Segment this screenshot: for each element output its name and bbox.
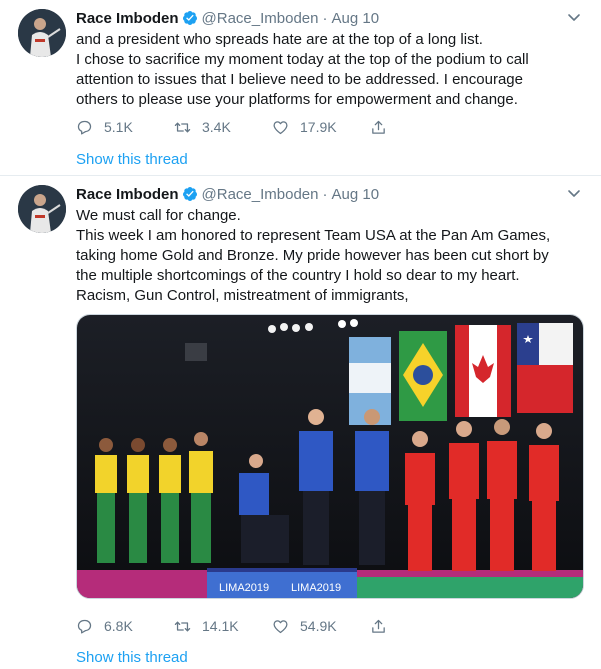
tweet-text-line: attention to issues that I believe need … — [76, 71, 523, 88]
tweet[interactable]: Race Imboden @Race_Imboden · Aug 10 We m… — [0, 176, 601, 669]
speech-bubble-icon — [77, 619, 92, 634]
retweet-icon — [174, 122, 191, 132]
tweet-text-line: and a president who spreads hate are at … — [76, 31, 483, 48]
show-thread-link[interactable]: Show this thread — [76, 649, 188, 666]
like-button[interactable]: 54.9K — [272, 618, 370, 635]
display-name[interactable]: Race Imboden — [76, 186, 179, 203]
tweet-header: Race Imboden @Race_Imboden · Aug 10 — [76, 184, 379, 204]
chevron-down-icon[interactable] — [567, 186, 581, 200]
separator: · — [322, 9, 328, 27]
reply-count: 6.8K — [104, 618, 133, 634]
reply-button[interactable]: 5.1K — [76, 119, 174, 136]
like-count: 54.9K — [300, 618, 337, 634]
avatar[interactable] — [18, 9, 66, 57]
share-button[interactable] — [370, 119, 398, 136]
speech-bubble-icon — [77, 120, 92, 135]
avatar-photo — [18, 9, 66, 57]
tweet-text-line: We must call for change. — [76, 207, 241, 224]
reply-count: 5.1K — [104, 119, 133, 135]
share-icon — [372, 120, 385, 134]
display-name[interactable]: Race Imboden — [76, 10, 179, 27]
handle[interactable]: @Race_Imboden — [202, 10, 319, 27]
retweet-icon — [174, 621, 191, 631]
verified-badge-icon — [182, 187, 197, 201]
handle[interactable]: @Race_Imboden — [202, 186, 319, 203]
heart-icon — [273, 619, 288, 633]
retweet-count: 3.4K — [202, 119, 231, 135]
verified-badge-icon — [182, 11, 197, 25]
tweet-text: and a president who spreads hate are at … — [76, 30, 576, 110]
tweet-text-line: the multiple shortcomings of the country… — [76, 267, 520, 284]
retweet-button[interactable]: 3.4K — [174, 119, 272, 136]
tweet-text-line: taking home Gold and Bronze. My pride ho… — [76, 247, 549, 264]
tweet-text: We must call for change. This week I am … — [76, 206, 576, 306]
like-button[interactable]: 17.9K — [272, 119, 370, 136]
avatar[interactable] — [18, 185, 66, 233]
tweet-text-line: I chose to sacrifice my moment today at … — [76, 51, 529, 68]
timestamp[interactable]: Aug 10 — [332, 186, 380, 203]
tweet-text-line: This week I am honored to represent Team… — [76, 227, 551, 244]
heart-icon — [273, 120, 288, 134]
tweet-header: Race Imboden @Race_Imboden · Aug 10 — [76, 8, 379, 28]
tweet-text-line: Racism, Gun Control, mistreatment of imm… — [76, 287, 409, 304]
banner-text-left: LIMA2019 — [219, 582, 269, 594]
like-count: 17.9K — [300, 119, 337, 135]
chevron-down-icon[interactable] — [567, 10, 581, 24]
separator: · — [322, 185, 328, 203]
tweet[interactable]: Race Imboden @Race_Imboden · Aug 10 and … — [0, 0, 601, 176]
share-icon — [372, 619, 385, 633]
action-bar: 6.8K 14.1K 54.9K — [76, 616, 398, 636]
banner-text-right: LIMA2019 — [291, 582, 341, 594]
share-button[interactable] — [370, 618, 398, 635]
reply-button[interactable]: 6.8K — [76, 618, 174, 635]
avatar-photo — [18, 185, 66, 233]
tweet-text-line: others to please use your platforms for … — [76, 91, 518, 108]
retweet-button[interactable]: 14.1K — [174, 618, 272, 635]
timestamp[interactable]: Aug 10 — [332, 10, 380, 27]
action-bar: 5.1K 3.4K 17.9K — [76, 117, 398, 137]
tweet-photo[interactable]: LIMA2019 LIMA2019 — [76, 314, 584, 599]
retweet-count: 14.1K — [202, 618, 239, 634]
show-thread-link[interactable]: Show this thread — [76, 151, 188, 168]
podium-photo: LIMA2019 LIMA2019 — [77, 315, 583, 598]
